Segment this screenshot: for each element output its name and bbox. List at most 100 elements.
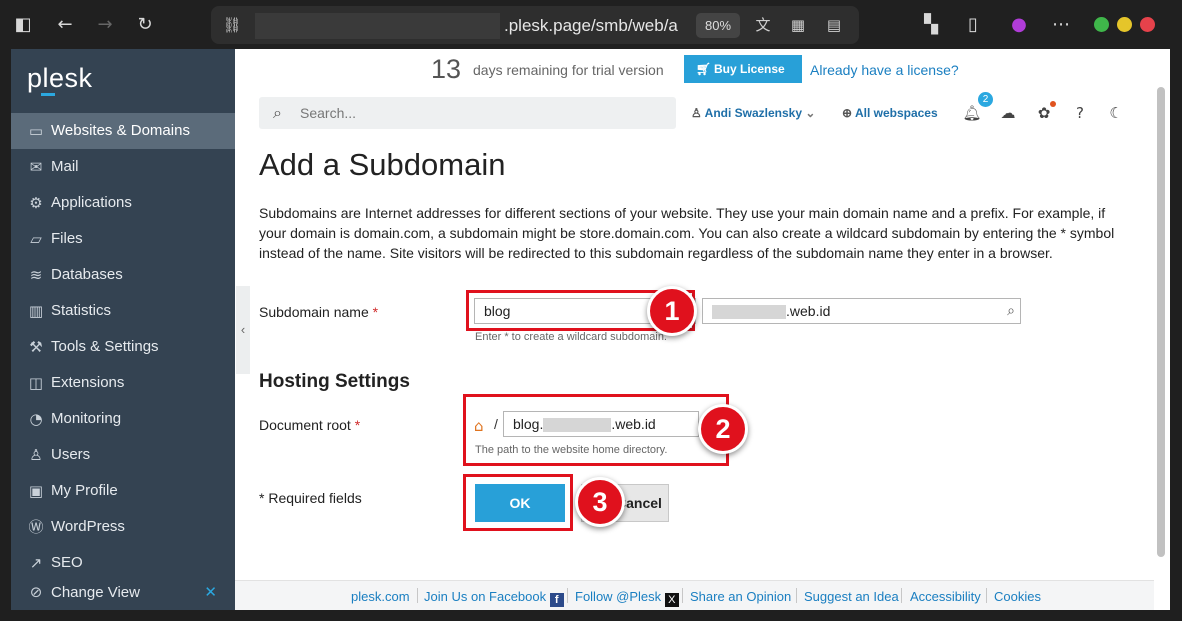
browser-toolbar: ◧ ← → ↻ ⛓ .plesk.page/smb/web/a 80% 文 ▦ … xyxy=(0,0,1182,50)
footer-divider xyxy=(901,588,902,603)
sidebar-item-label: Monitoring xyxy=(51,410,122,427)
footer-divider xyxy=(986,588,987,603)
sidebar-item-label: Users xyxy=(51,446,91,463)
sidebar-item-label: Statistics xyxy=(51,302,112,319)
folder-icon: ▱ xyxy=(30,230,42,248)
profile-icon[interactable]: ● xyxy=(1007,13,1031,37)
notification-badge: 2 xyxy=(978,92,993,107)
extensions-icon[interactable]: ▚ xyxy=(919,13,943,37)
user-icon: ♙ xyxy=(29,446,43,464)
sidebar-item-files[interactable]: ▱ Files xyxy=(11,221,235,257)
domain-select[interactable]: .web.id ⌕ xyxy=(702,298,1021,324)
x-icon: X xyxy=(664,593,679,607)
bar-chart-icon: ▥ xyxy=(28,302,44,320)
maximize-button[interactable] xyxy=(1117,17,1132,32)
footer-link-follow[interactable]: Follow @Plesk X xyxy=(575,589,679,607)
change-view-button[interactable]: ⊘ Change View ✕ xyxy=(11,575,235,610)
url-text: .plesk.page/smb/web/a xyxy=(504,16,678,36)
sidebar-item-users[interactable]: ♙ Users xyxy=(11,437,235,473)
sidebar-item-applications[interactable]: ⚙ Applications xyxy=(11,185,235,221)
address-bar[interactable]: ⛓ .plesk.page/smb/web/a 80% 文 ▦ ▤ xyxy=(211,6,859,44)
scrollbar-thumb[interactable] xyxy=(1157,87,1165,557)
cloud-icon[interactable]: ☁ xyxy=(998,103,1018,123)
sidebar-item-mail[interactable]: ✉ Mail xyxy=(11,149,235,185)
sidebar-toggle-icon[interactable]: ◧ xyxy=(11,13,35,37)
puzzle-icon: ◫ xyxy=(28,374,44,392)
more-icon[interactable]: ⋯ xyxy=(1049,13,1073,37)
monitor-icon: ▭ xyxy=(28,122,44,140)
search-icon: ⌕ xyxy=(273,103,282,122)
apps-icon[interactable]: ▦ xyxy=(788,15,808,35)
logo-underline xyxy=(41,93,55,96)
translate-icon[interactable]: 文 xyxy=(753,15,773,35)
annotation-box-3 xyxy=(463,474,573,531)
required-mark: * xyxy=(354,417,361,433)
already-have-license-link[interactable]: Already have a license? xyxy=(810,62,959,78)
sidebar-item-tools-settings[interactable]: ⚒ Tools & Settings xyxy=(11,329,235,365)
plesk-logo[interactable]: plesk xyxy=(27,63,93,94)
link-icon: ⛓ xyxy=(222,16,242,34)
search-input[interactable]: ⌕ Search... xyxy=(259,97,676,129)
sidebar-item-label: Files xyxy=(51,230,83,247)
sidebar-item-monitoring[interactable]: ◔ Monitoring xyxy=(11,401,235,437)
buy-license-button[interactable]: 🛒︎ Buy License xyxy=(684,55,802,83)
footer-link-accessibility[interactable]: Accessibility xyxy=(910,589,981,604)
user-menu[interactable]: ♙ Andi Swazlensky ⌄ xyxy=(691,106,815,120)
reader-icon[interactable]: ▤ xyxy=(824,15,844,35)
subdomain-name-label: Subdomain name * xyxy=(259,304,378,320)
minimize-button[interactable] xyxy=(1094,17,1109,32)
footer-link-opinion[interactable]: Share an Opinion xyxy=(690,589,791,604)
mail-icon: ✉ xyxy=(29,158,43,176)
footer-link-facebook[interactable]: Join Us on Facebook f xyxy=(424,589,564,607)
collapse-sidebar-handle[interactable]: ‹ xyxy=(236,286,250,374)
notifications-icon[interactable]: 🔔︎ xyxy=(962,103,982,123)
sidebar-item-my-profile[interactable]: ▣ My Profile xyxy=(11,473,235,509)
footer-link-idea[interactable]: Suggest an Idea xyxy=(804,589,899,604)
docroot-label-text: Document root xyxy=(259,417,351,433)
sidebar-item-extensions[interactable]: ◫ Extensions xyxy=(11,365,235,401)
footer-divider xyxy=(567,588,568,603)
database-icon: ≋ xyxy=(29,266,43,284)
page-description: Subdomains are Internet addresses for di… xyxy=(259,205,1115,261)
hosting-settings-title: Hosting Settings xyxy=(259,371,410,392)
dark-mode-icon[interactable]: ☾ xyxy=(1106,103,1126,123)
tools-icon: ⚒ xyxy=(29,338,43,356)
annotation-number-3: 3 xyxy=(575,477,625,527)
sidebar-item-databases[interactable]: ≋ Databases xyxy=(11,257,235,293)
webspaces-label: All webspaces xyxy=(854,106,938,120)
search-placeholder: Search... xyxy=(300,105,357,121)
sidebar-item-websites-domains[interactable]: ▭ Websites & Domains xyxy=(11,113,235,149)
close-button[interactable] xyxy=(1140,17,1155,32)
scrollbar[interactable] xyxy=(1156,87,1166,607)
zoom-level[interactable]: 80% xyxy=(696,13,740,38)
annotation-number-1: 1 xyxy=(647,286,697,336)
back-arrow-icon[interactable]: ← xyxy=(53,13,77,37)
sidebar-item-label: Applications xyxy=(51,194,132,211)
monitoring-icon: ◔ xyxy=(29,410,43,428)
domain-suffix: .web.id xyxy=(786,303,831,319)
close-icon[interactable]: ✕ xyxy=(204,575,217,610)
chevron-down-icon: ⌄ xyxy=(805,106,816,120)
user-name: Andi Swazlensky xyxy=(704,106,803,120)
document-icon[interactable]: ▯ xyxy=(961,13,985,37)
help-icon[interactable]: ? xyxy=(1070,103,1090,123)
footer: plesk.com Join Us on Facebook f Follow @… xyxy=(235,580,1154,610)
forward-arrow-icon[interactable]: → xyxy=(93,13,117,37)
reload-icon[interactable]: ↻ xyxy=(133,13,157,37)
sidebar-item-wordpress[interactable]: Ⓦ WordPress xyxy=(11,509,235,545)
profile-icon: ▣ xyxy=(28,482,44,500)
sidebar-item-label: Extensions xyxy=(51,374,125,391)
webspaces-menu[interactable]: ⊕ All webspaces xyxy=(842,106,938,120)
url-domain: .plesk.page/smb/web/a xyxy=(504,16,678,35)
page-title: Add a Subdomain xyxy=(259,147,506,182)
footer-link-cookies[interactable]: Cookies xyxy=(994,589,1041,604)
footer-link-plesk[interactable]: plesk.com xyxy=(351,589,410,604)
subdomain-hint: Enter * to create a wildcard subdomain. xyxy=(475,331,667,343)
sidebar-item-statistics[interactable]: ▥ Statistics xyxy=(11,293,235,329)
annotation-box-2 xyxy=(463,394,729,466)
trial-days-count: 13 xyxy=(431,54,462,84)
facebook-icon: f xyxy=(549,593,564,607)
sidebar: plesk ▭ Websites & Domains ✉ Mail ⚙ Appl… xyxy=(11,49,235,610)
footer-divider xyxy=(417,588,418,603)
search-icon: ⌕ xyxy=(1007,303,1015,319)
